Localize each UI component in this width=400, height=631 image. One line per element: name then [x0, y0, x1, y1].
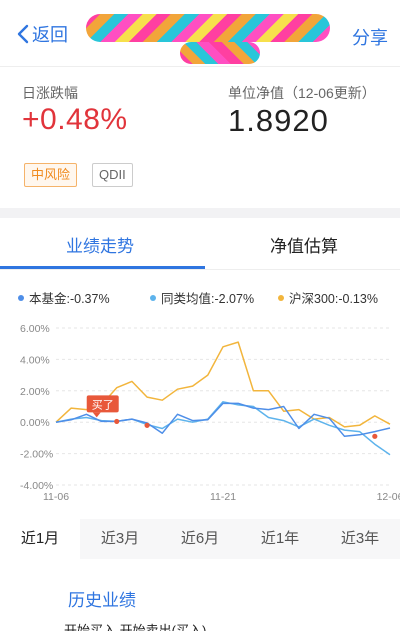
history-header-text: 开始买入 开始卖出(买入)	[64, 623, 207, 631]
legend-dot	[150, 294, 156, 301]
trade-marker	[372, 433, 378, 439]
daily-change-value: +0.48%	[22, 103, 128, 136]
redaction-mark	[180, 42, 260, 64]
y-tick-label: 0.00%	[20, 417, 50, 429]
period-3m[interactable]: 近3月	[80, 519, 160, 559]
x-tick-label: 11-06	[43, 491, 69, 503]
y-tick-label: -2.00%	[20, 449, 53, 461]
history-section: 历史业绩 开始买入 开始卖出(买入)	[0, 572, 400, 631]
y-tick-label: 2.00%	[20, 386, 50, 398]
period-selector: 近1月 近3月 近6月 近1年 近3年	[0, 519, 400, 559]
trade-label: 买了	[92, 398, 114, 411]
performance-chart[interactable]: 6.00%4.00%2.00%0.00%-2.00%-4.00%11-06 11-…	[0, 314, 400, 510]
tab-performance[interactable]: 业绩走势	[66, 232, 134, 257]
legend-label: 本基金:-0.37%	[29, 292, 110, 306]
redaction-mark	[86, 14, 330, 42]
nav-bar: 返回 分享	[0, 0, 400, 66]
chevron-left-icon	[17, 24, 29, 44]
fund-summary: 日涨跌幅 +0.48% 单位净值（12-06更新） 1.8920 中风险 QDI…	[0, 66, 400, 208]
unit-nav-value: 1.8920	[228, 103, 329, 138]
fund-detail-page: 返回 分享 日涨跌幅 +0.48% 单位净值（12-06更新） 1.8920 中…	[0, 0, 400, 631]
period-1m[interactable]: 近1月	[0, 519, 80, 559]
legend-dot	[278, 294, 284, 301]
share-button[interactable]: 分享	[352, 24, 388, 50]
history-title[interactable]: 历史业绩	[68, 586, 136, 611]
trade-marker	[114, 418, 120, 425]
chart-legend: 本基金:-0.37% 同类均值:-2.07% 沪深300:-0.13%	[18, 288, 398, 308]
legend-label: 同类均值:-2.07%	[161, 292, 255, 306]
legend-item-peer: 同类均值:-2.07%	[150, 288, 254, 307]
period-1y[interactable]: 近1年	[240, 519, 320, 559]
period-3y[interactable]: 近3年	[320, 519, 400, 559]
risk-level-tag: 中风险	[24, 163, 78, 187]
y-tick-label: 6.00%	[20, 323, 50, 335]
legend-label: 沪深300:-0.13%	[289, 292, 378, 306]
y-tick-label: 4.00%	[20, 354, 50, 366]
unit-nav-label: 单位净值（12-06更新）	[228, 85, 376, 101]
active-tab-indicator	[0, 266, 205, 269]
daily-change-label: 日涨跌幅	[22, 85, 78, 101]
history-table-header: 开始买入 开始卖出(买入)	[64, 620, 354, 631]
fund-name-redacted	[80, 12, 330, 64]
legend-item-index: 沪深300:-0.13%	[278, 288, 378, 307]
legend-dot	[18, 294, 24, 301]
legend-item-fund: 本基金:-0.37%	[18, 288, 110, 307]
x-tick-label: 11-21	[210, 491, 236, 503]
fund-type-tag: QDII	[92, 163, 133, 187]
period-6m[interactable]: 近6月	[160, 519, 240, 559]
series-line-沪深300	[55, 341, 391, 428]
back-button[interactable]: 返回	[16, 20, 68, 48]
x-tick-label: 12-06	[377, 491, 400, 503]
trade-label-pointer	[92, 412, 101, 418]
back-label: 返回	[32, 25, 68, 45]
performance-card: 业绩走势 净值估算 本基金:-0.37% 同类均值:-2.07% 沪深300:-…	[0, 218, 400, 581]
tab-nav-estimate[interactable]: 净值估算	[270, 232, 338, 257]
chart-tabs: 业绩走势 净值估算	[0, 218, 400, 270]
trade-marker	[144, 422, 150, 428]
